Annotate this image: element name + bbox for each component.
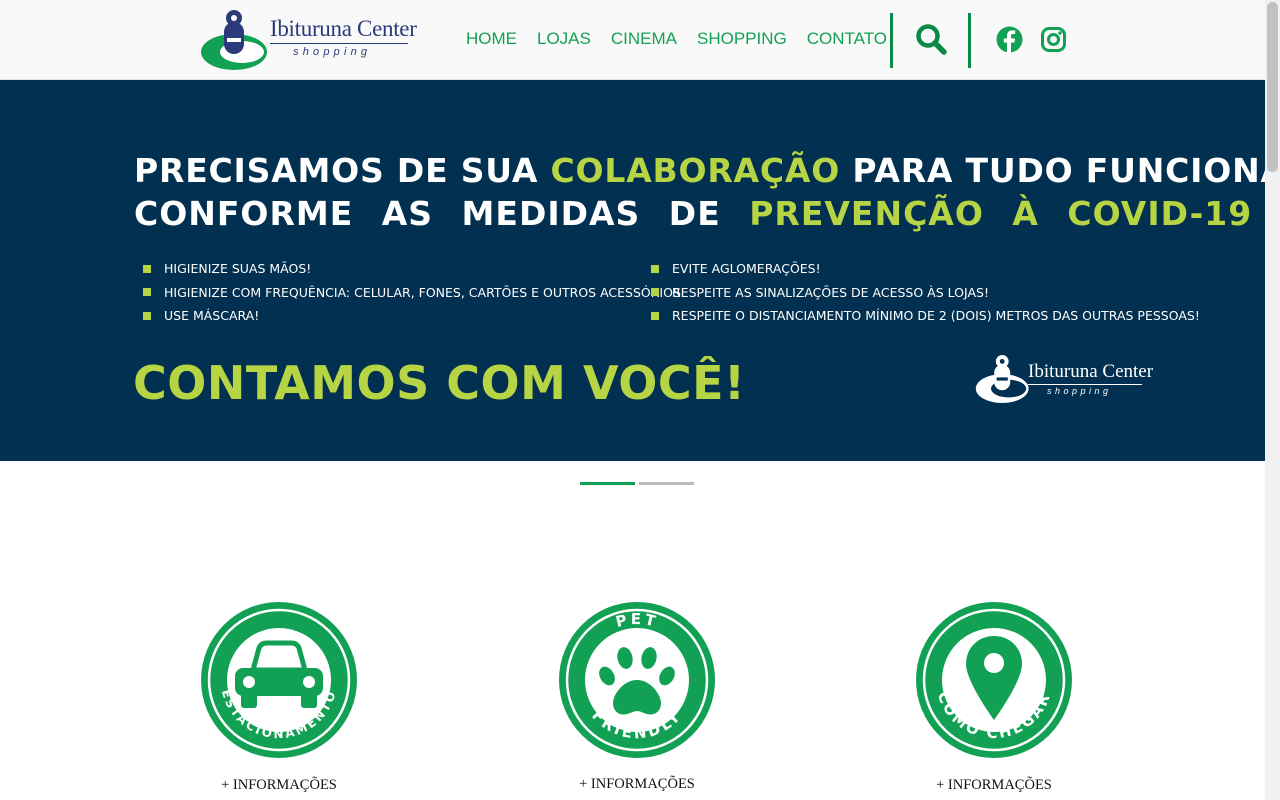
svg-text:PET: PET bbox=[614, 610, 660, 631]
logo-mark-icon bbox=[201, 10, 267, 70]
logo-rule bbox=[270, 43, 408, 44]
nav-divider bbox=[890, 13, 893, 68]
banner-logo-subtitle: shopping bbox=[1047, 386, 1112, 396]
nav-cinema[interactable]: CINEMA bbox=[611, 29, 677, 49]
logo-subtitle: shopping bbox=[293, 46, 372, 58]
bullet-item: HIGIENIZE SUAS MÃOS! bbox=[143, 257, 685, 281]
more-info-link[interactable]: + INFORMAÇÕES bbox=[199, 777, 359, 794]
feature-estacionamento: ESTACIONAMENTO + INFORMAÇÕES bbox=[199, 600, 359, 800]
site-logo[interactable]: Ibituruna Center shopping bbox=[200, 8, 417, 72]
nav-home[interactable]: HOME bbox=[466, 29, 517, 49]
nav-shopping[interactable]: SHOPPING bbox=[697, 29, 787, 49]
bullet-item: USE MÁSCARA! bbox=[143, 304, 685, 328]
bullet-square-icon bbox=[143, 264, 151, 273]
nav-lojas[interactable]: LOJAS bbox=[537, 29, 591, 49]
page-scrollbar[interactable] bbox=[1265, 0, 1280, 800]
bullet-square-icon bbox=[651, 288, 659, 297]
bullet-item: RESPEITE O DISTANCIAMENTO MÍNIMO DE 2 (D… bbox=[651, 304, 1200, 328]
more-info-link[interactable]: + INFORMAÇÕES bbox=[557, 776, 717, 793]
directions-badge[interactable]: COMO CHEGAR bbox=[914, 600, 1074, 760]
banner-bullets-right: EVITE AGLOMERAÇÕES! RESPEITE AS SINALIZA… bbox=[651, 257, 1200, 328]
facebook-icon[interactable] bbox=[996, 26, 1023, 58]
banner-headline-line2: CONFORME AS MEDIDAS DE PREVENÇÃO À COVID… bbox=[134, 194, 1253, 233]
more-info-link[interactable]: + INFORMAÇÕES bbox=[914, 777, 1074, 794]
instagram-icon[interactable] bbox=[1041, 27, 1066, 57]
bullet-item: EVITE AGLOMERAÇÕES! bbox=[651, 257, 1200, 281]
social-divider bbox=[968, 13, 971, 68]
carousel-indicator-2[interactable] bbox=[639, 482, 694, 485]
pet-friendly-badge[interactable]: PET FRIENDLY bbox=[557, 600, 717, 760]
scrollbar-thumb[interactable] bbox=[1267, 2, 1278, 172]
bullet-square-icon bbox=[651, 264, 659, 273]
banner-logo: Ibituruna Center shopping bbox=[975, 352, 1154, 408]
banner-logo-mark-icon bbox=[975, 355, 1029, 403]
hero-banner[interactable]: PRECISAMOS DE SUA COLABORAÇÃO PARA TUDO … bbox=[0, 80, 1265, 461]
banner-bullets-left: HIGIENIZE SUAS MÃOS! HIGIENIZE COM FREQU… bbox=[143, 257, 685, 328]
search-icon[interactable] bbox=[915, 23, 947, 60]
banner-headline-line1: PRECISAMOS DE SUA COLABORAÇÃO PARA TUDO … bbox=[134, 151, 1265, 190]
bullet-item: RESPEITE AS SINALIZAÇÕES DE ACESSO ÀS LO… bbox=[651, 281, 1200, 305]
parking-badge[interactable]: ESTACIONAMENTO bbox=[199, 600, 359, 760]
logo-name: Ibituruna Center bbox=[270, 16, 417, 41]
carousel-indicator-1[interactable] bbox=[580, 482, 635, 485]
bullet-item: HIGIENIZE COM FREQUÊNCIA: CELULAR, FONES… bbox=[143, 281, 685, 305]
feature-como-chegar: COMO CHEGAR + INFORMAÇÕES bbox=[914, 600, 1074, 800]
banner-closing: CONTAMOS COM VOCÊ! bbox=[133, 356, 746, 410]
feature-pet-friendly: PET FRIENDLY + INFORMAÇÕES bbox=[557, 600, 717, 800]
site-header: Ibituruna Center shopping HOME LOJAS CIN… bbox=[0, 0, 1265, 80]
main-nav: HOME LOJAS CINEMA SHOPPING CONTATO bbox=[466, 29, 907, 49]
banner-logo-name: Ibituruna Center bbox=[1028, 361, 1154, 382]
bullet-square-icon bbox=[651, 311, 659, 320]
ring-text-pet: PET bbox=[614, 610, 657, 631]
bullet-square-icon bbox=[143, 311, 151, 320]
bullet-square-icon bbox=[143, 288, 151, 297]
nav-contato[interactable]: CONTATO bbox=[807, 29, 887, 49]
banner-logo-rule bbox=[1028, 384, 1142, 385]
